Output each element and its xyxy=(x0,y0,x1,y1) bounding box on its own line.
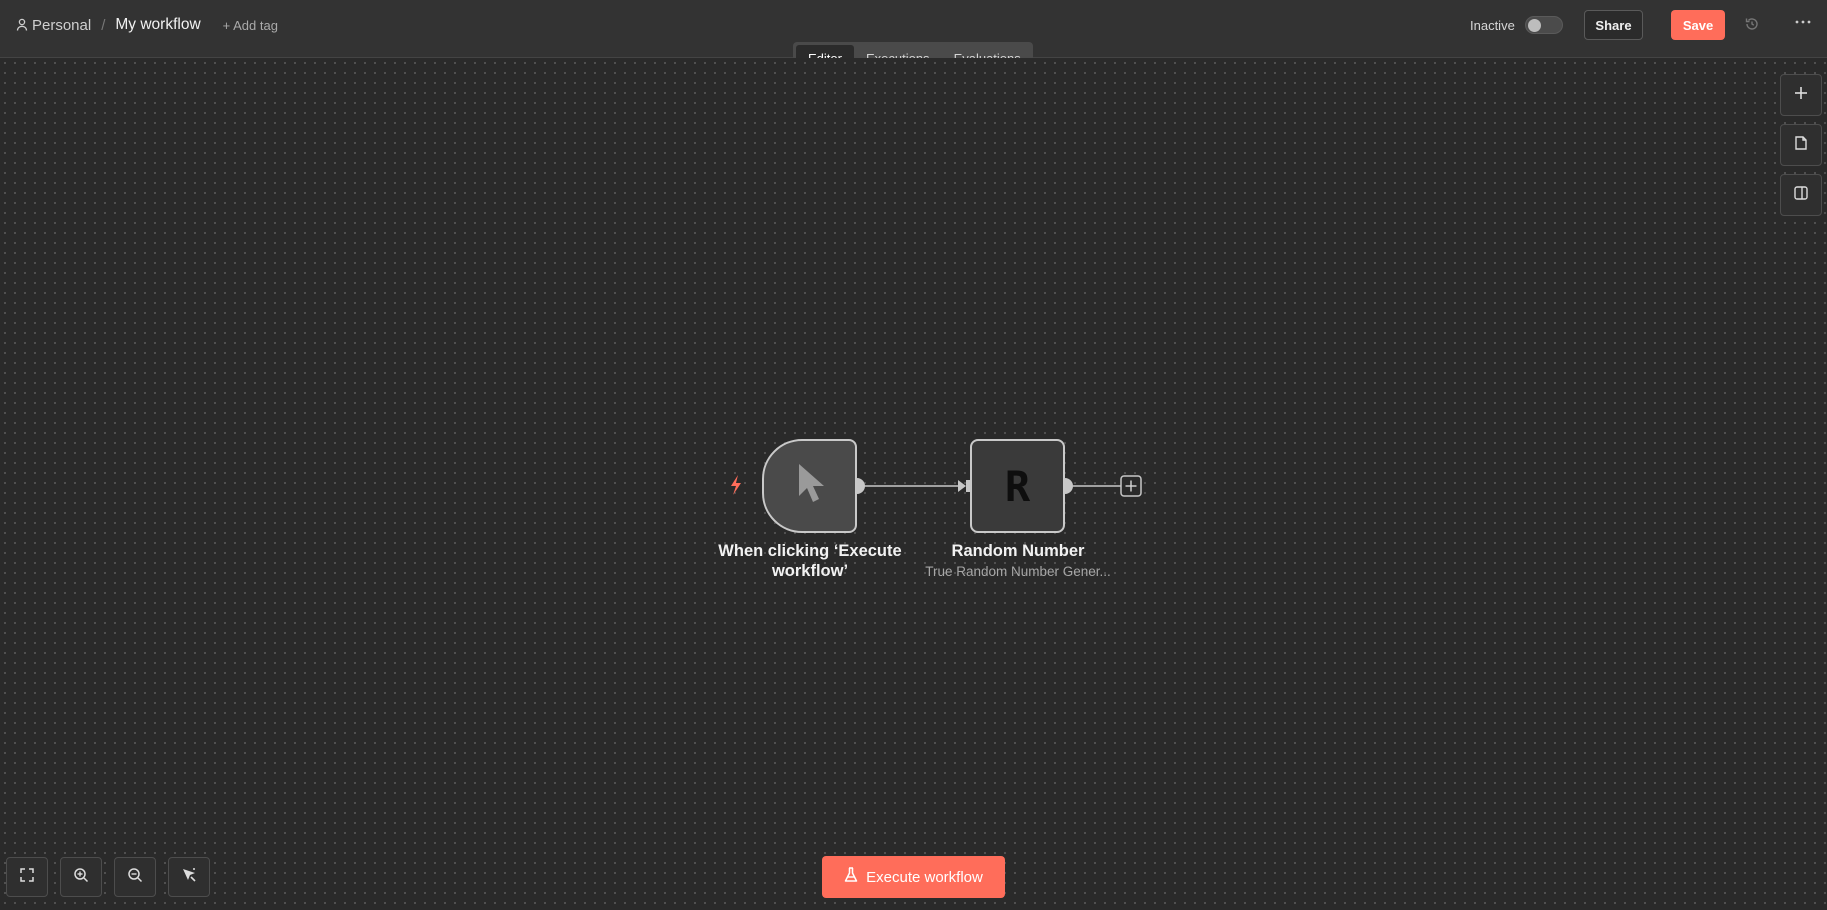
connections-layer xyxy=(849,475,1142,497)
random-node-subtitle: True Random Number Gener... xyxy=(925,564,1111,579)
fit-view-icon xyxy=(19,867,35,888)
plus-icon xyxy=(1794,86,1808,105)
sticky-note-icon xyxy=(1793,135,1809,156)
fit-view-button[interactable] xyxy=(6,857,48,897)
trigger-node-label: When clicking ‘Execute workflow’ xyxy=(718,542,902,580)
execute-workflow-label: Execute workflow xyxy=(866,868,983,886)
add-node-button[interactable] xyxy=(1780,74,1822,116)
broom-icon xyxy=(180,866,198,889)
app: Personal / My workflow + Add tag Inactiv… xyxy=(0,0,1827,910)
tidy-up-button[interactable] xyxy=(168,857,210,897)
zoom-out-button[interactable] xyxy=(114,857,156,897)
connection-arrow xyxy=(958,480,966,492)
panel-icon xyxy=(1793,185,1809,206)
random-number-icon: R xyxy=(1004,461,1031,511)
random-node-label: Random Number xyxy=(951,542,1085,560)
node-random-number[interactable]: R xyxy=(970,439,1065,533)
toggle-panel-button[interactable] xyxy=(1780,174,1822,216)
cursor-icon xyxy=(793,462,827,511)
zoom-out-icon xyxy=(127,867,143,888)
node-manual-trigger[interactable] xyxy=(762,439,857,533)
execute-workflow-button[interactable]: Execute workflow xyxy=(822,856,1005,898)
zoom-in-icon xyxy=(73,867,89,888)
flask-icon xyxy=(844,867,858,887)
zoom-in-button[interactable] xyxy=(60,857,102,897)
add-node-plus-icon[interactable] xyxy=(1120,475,1142,497)
add-sticky-note-button[interactable] xyxy=(1780,124,1822,166)
lightning-icon xyxy=(728,474,744,496)
